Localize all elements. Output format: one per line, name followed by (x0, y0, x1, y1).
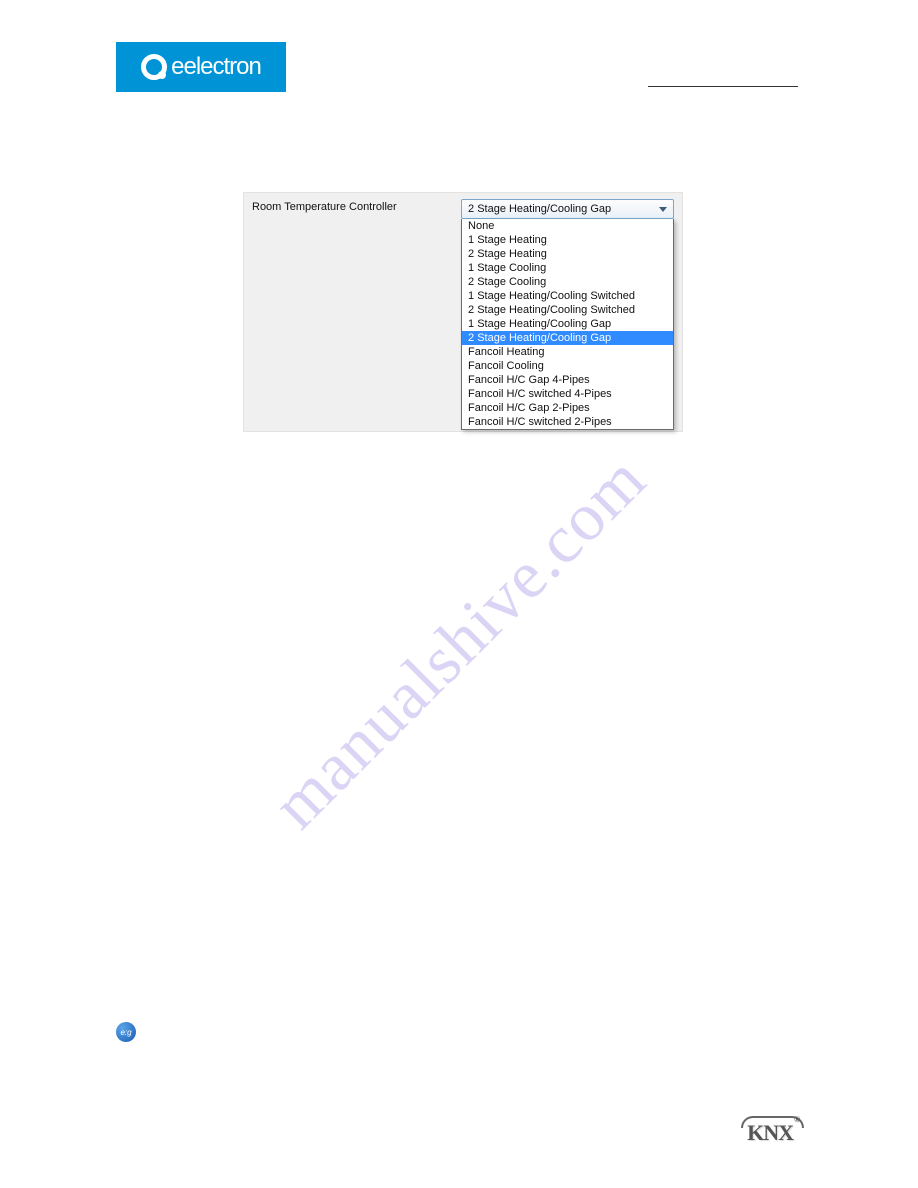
brand-logo: eelectron (116, 42, 286, 92)
combobox-listbox[interactable]: None1 Stage Heating2 Stage Heating1 Stag… (461, 219, 674, 430)
combobox-option[interactable]: 1 Stage Heating/Cooling Gap (462, 317, 673, 331)
combobox-button[interactable]: 2 Stage Heating/Cooling Gap (461, 199, 674, 219)
combobox-option[interactable]: Fancoil Heating (462, 345, 673, 359)
combobox-option[interactable]: Fancoil H/C Gap 2-Pipes (462, 401, 673, 415)
combobox-option[interactable]: None (462, 219, 673, 233)
combobox-option[interactable]: Fancoil H/C switched 2-Pipes (462, 415, 673, 429)
combobox-option[interactable]: 2 Stage Heating/Cooling Gap (462, 331, 673, 345)
watermark-text: manualshive.com (257, 439, 661, 843)
brand-logo-icon (141, 54, 167, 80)
combobox-option[interactable]: 2 Stage Heating/Cooling Switched (462, 303, 673, 317)
row-label: Room Temperature Controller (252, 199, 461, 213)
combobox-option[interactable]: 2 Stage Cooling (462, 275, 673, 289)
combobox-option[interactable]: 2 Stage Heating (462, 247, 673, 261)
config-panel: Room Temperature Controller 2 Stage Heat… (243, 192, 683, 432)
knx-label: KNX (747, 1120, 793, 1145)
brand-name: eelectron (171, 53, 261, 81)
knx-logo: KNX® (747, 1120, 798, 1146)
footer-eg-icon: e:g (116, 1022, 136, 1042)
config-row: Room Temperature Controller 2 Stage Heat… (244, 193, 682, 225)
combobox-option[interactable]: Fancoil H/C Gap 4-Pipes (462, 373, 673, 387)
combobox-option[interactable]: 1 Stage Heating (462, 233, 673, 247)
combobox-option[interactable]: 1 Stage Heating/Cooling Switched (462, 289, 673, 303)
combobox-option[interactable]: Fancoil H/C switched 4-Pipes (462, 387, 673, 401)
header-rule (648, 86, 798, 87)
room-temp-controller-select[interactable]: 2 Stage Heating/Cooling Gap None1 Stage … (461, 199, 674, 219)
combobox-option[interactable]: Fancoil Cooling (462, 359, 673, 373)
knx-reg-mark: ® (794, 1115, 799, 1124)
combobox-option[interactable]: 1 Stage Cooling (462, 261, 673, 275)
